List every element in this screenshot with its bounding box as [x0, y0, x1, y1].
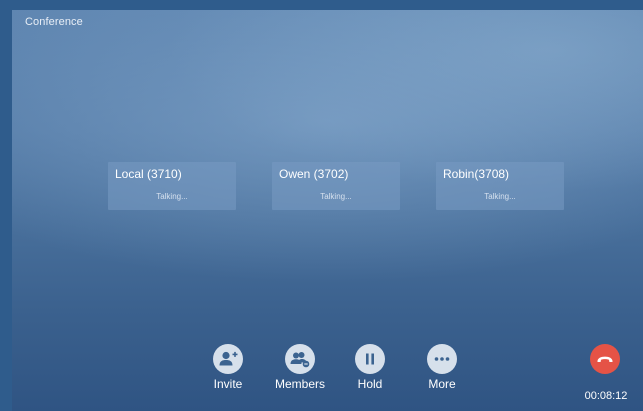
participant-card-local[interactable]: Local (3710) Talking...: [108, 162, 236, 210]
more-icon: [434, 357, 450, 361]
hang-up-icon: [597, 356, 613, 362]
members-button[interactable]: Members: [270, 344, 330, 391]
hold-label: Hold: [357, 377, 383, 391]
members-label: Members: [274, 377, 325, 391]
invite-button[interactable]: Invite: [198, 344, 258, 391]
device-frame: Conference Local (3710) Talking... Owen …: [0, 0, 643, 411]
participant-name: Local (3710): [115, 167, 182, 181]
participant-status: Talking...: [156, 192, 188, 201]
hold-button[interactable]: Hold: [340, 344, 400, 391]
participant-card-robin[interactable]: Robin(3708) Talking...: [436, 162, 564, 210]
invite-circle[interactable]: [213, 344, 243, 374]
invite-label: Invite: [213, 377, 243, 391]
call-duration: 00:08:12: [584, 390, 628, 402]
participant-status: Talking...: [484, 192, 516, 201]
more-circle[interactable]: [427, 344, 457, 374]
conference-screen: Conference Local (3710) Talking... Owen …: [12, 10, 643, 411]
participant-card-owen[interactable]: Owen (3702) Talking...: [272, 162, 400, 210]
participant-status: Talking...: [320, 192, 352, 201]
screen-title: Conference: [25, 16, 83, 28]
participant-name: Robin(3708): [443, 167, 510, 181]
end-call-button[interactable]: [590, 344, 620, 374]
more-button[interactable]: More: [412, 344, 472, 391]
more-label: More: [428, 377, 456, 391]
members-icon: [290, 352, 310, 368]
members-circle[interactable]: [285, 344, 315, 374]
pause-icon: [366, 353, 374, 365]
participant-name: Owen (3702): [279, 167, 349, 181]
add-user-icon: [219, 351, 238, 366]
hold-circle[interactable]: [355, 344, 385, 374]
